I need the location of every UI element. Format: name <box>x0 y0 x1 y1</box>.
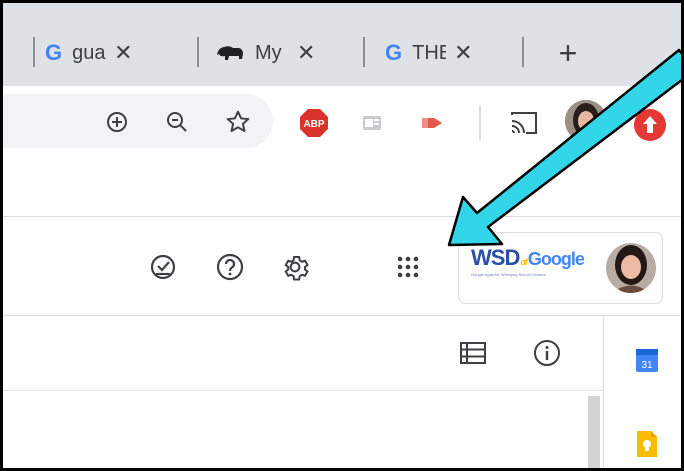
tab-separator <box>33 37 35 67</box>
info-icon[interactable] <box>531 337 563 369</box>
calendar-date: 31 <box>641 360 653 371</box>
zoom-in-icon[interactable] <box>103 108 131 136</box>
tasks-check-icon[interactable] <box>148 252 178 282</box>
red-extension-icon[interactable] <box>633 108 667 142</box>
browser-tab-strip: G gua ✕ My ✕ G THE ✕ + <box>3 3 681 86</box>
tab-separator <box>522 37 524 67</box>
apps-grid-icon[interactable] <box>393 252 423 282</box>
profile-avatar[interactable] <box>565 100 607 142</box>
help-icon[interactable] <box>215 252 245 282</box>
toolbar-divider <box>479 106 481 140</box>
cast-share-extension-icon[interactable] <box>418 110 448 136</box>
list-view-icon[interactable] <box>458 338 488 368</box>
tab-my[interactable]: My ✕ <box>197 33 315 73</box>
side-panel: 31 <box>603 316 681 468</box>
adblock-plus-label: ABP <box>303 119 324 130</box>
wsd-logo-subtitle: Google Apps for Winnipeg School Division <box>471 272 546 277</box>
wsd-logo-text: WSDofGoogle <box>471 245 585 270</box>
content-toolbar <box>3 316 603 391</box>
mail-content-area <box>3 316 603 468</box>
gmail-header: WSDofGoogle Google Apps for Winnipeg Sch… <box>3 216 681 316</box>
account-avatar <box>606 243 656 293</box>
bison-icon <box>217 46 243 60</box>
tab-title: gua <box>72 41 106 64</box>
bookmark-star-icon[interactable] <box>223 107 253 137</box>
cast-icon[interactable] <box>508 108 540 138</box>
tab-close-icon[interactable]: ✕ <box>454 42 472 64</box>
tab-gua[interactable]: G gua ✕ <box>33 33 133 73</box>
outlook-extension-icon[interactable] <box>361 112 383 134</box>
screenshot-frame: G gua ✕ My ✕ G THE ✕ + <box>0 0 684 471</box>
adblock-plus-icon[interactable]: ABP <box>298 107 330 139</box>
tab-separator <box>197 37 199 67</box>
tab-close-icon[interactable]: ✕ <box>297 42 315 64</box>
tab-close-icon[interactable]: ✕ <box>114 42 132 64</box>
google-account-button[interactable]: WSDofGoogle Google Apps for Winnipeg Sch… <box>458 232 663 304</box>
keep-app-icon[interactable] <box>634 429 660 459</box>
new-tab-button[interactable]: + <box>553 35 583 71</box>
google-g-icon: G <box>385 40 403 65</box>
google-g-icon: G <box>45 40 63 65</box>
tab-separator <box>363 37 365 67</box>
browser-toolbar: ABP <box>3 86 681 166</box>
wsd-google-logo: WSDofGoogle Google Apps for Winnipeg Sch… <box>471 247 591 289</box>
settings-gear-icon[interactable] <box>280 252 310 282</box>
calendar-app-icon[interactable]: 31 <box>634 346 660 374</box>
tab-title: THE <box>412 41 446 64</box>
tab-title: My <box>255 41 282 64</box>
scrollbar[interactable] <box>588 396 600 468</box>
tab-the[interactable]: G THE ✕ <box>363 33 524 73</box>
zoom-out-icon[interactable] <box>163 108 191 136</box>
